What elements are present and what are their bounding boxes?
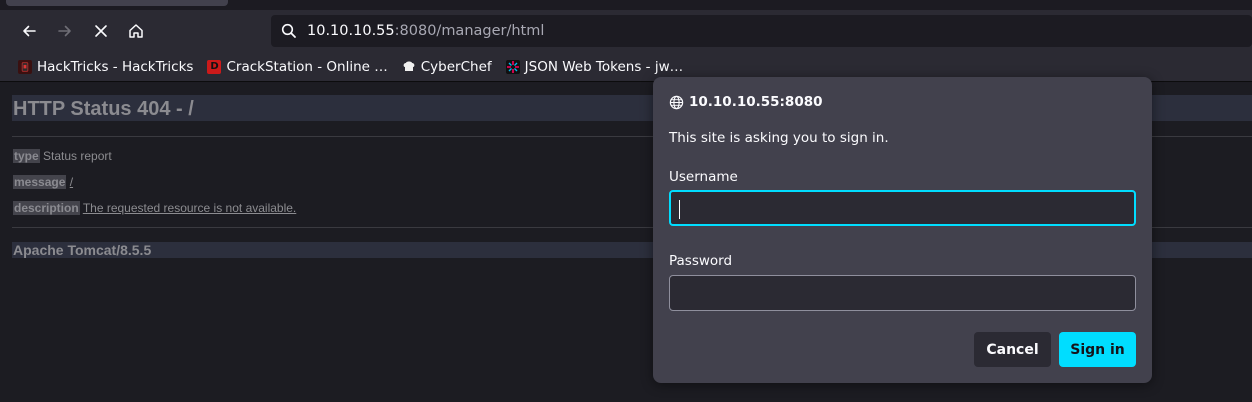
address-bar[interactable]: 10.10.10.55:8080/manager/html: [271, 15, 1252, 47]
bookmark-label: JSON Web Tokens - jw…: [524, 58, 684, 75]
close-icon: [95, 25, 107, 37]
username-label: Username: [669, 169, 738, 185]
description-value: The requested resource is not available.: [82, 201, 297, 215]
dialog-host: 10.10.10.55:8080: [669, 93, 823, 111]
type-value: Status report: [43, 149, 112, 163]
tab-strip: [0, 0, 1252, 10]
home-button[interactable]: [122, 17, 150, 45]
nav-toolbar: 10.10.10.55:8080/manager/html: [0, 10, 1252, 52]
password-field[interactable]: [669, 275, 1136, 311]
message-row: message /: [13, 175, 73, 189]
url-path: :8080/manager/html: [394, 23, 545, 39]
back-button[interactable]: [15, 17, 43, 45]
arrow-right-icon: [58, 25, 71, 37]
cancel-button[interactable]: Cancel: [974, 332, 1051, 367]
url-host: 10.10.10.55: [307, 23, 395, 39]
stop-button[interactable]: [87, 17, 115, 45]
type-row: type Status report: [13, 149, 112, 163]
crackstation-icon: D: [207, 59, 222, 74]
search-icon: [281, 23, 296, 38]
jwt-icon: [505, 59, 520, 74]
arrow-left-icon: [23, 25, 36, 37]
password-label: Password: [669, 253, 733, 269]
message-value: /: [69, 175, 74, 189]
description-label: description: [13, 201, 80, 215]
description-row: description The requested resource is no…: [13, 201, 296, 215]
home-icon: [129, 24, 143, 38]
dialog-host-text: 10.10.10.55:8080: [689, 94, 823, 110]
bookmark-label: CyberChef: [420, 58, 492, 75]
bookmark-label: HackTricks - HackTricks: [37, 58, 194, 75]
dialog-message: This site is asking you to sign in.: [669, 130, 889, 146]
cyberchef-icon: [402, 60, 416, 74]
auth-dialog: 10.10.10.55:8080 This site is asking you…: [653, 77, 1152, 383]
username-field[interactable]: [669, 190, 1136, 226]
hacktricks-icon: [18, 59, 32, 74]
globe-icon: [669, 95, 684, 109]
bookmark-jwt[interactable]: JSON Web Tokens - jw…: [502, 55, 687, 79]
bookmark-hacktricks[interactable]: HackTricks - HackTricks: [14, 55, 197, 79]
message-label: message: [13, 175, 67, 189]
bookmark-cyberchef[interactable]: CyberChef: [398, 55, 496, 79]
sign-in-button[interactable]: Sign in: [1059, 332, 1136, 367]
active-tab[interactable]: [6, 0, 228, 6]
bookmark-crackstation[interactable]: D CrackStation - Online …: [203, 55, 391, 79]
text-caret: [679, 200, 680, 219]
bookmark-label: CrackStation - Online …: [226, 58, 388, 75]
type-label: type: [13, 149, 40, 163]
forward-button[interactable]: [51, 17, 79, 45]
